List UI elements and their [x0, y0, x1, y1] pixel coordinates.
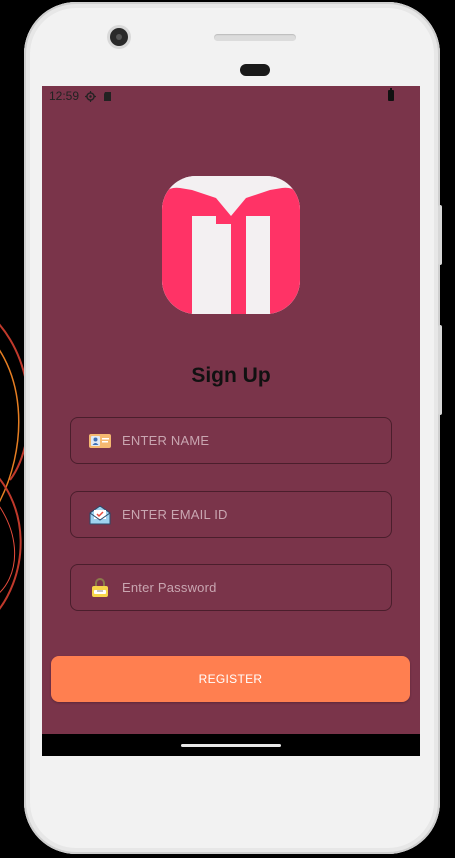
front-camera — [110, 28, 128, 46]
password-field[interactable]: *** — [70, 564, 392, 611]
top-speaker — [214, 34, 296, 41]
battery-icon — [388, 88, 394, 101]
password-input[interactable] — [120, 579, 384, 596]
id-card-icon — [88, 430, 112, 452]
earpiece — [240, 64, 270, 76]
app-screen: 12:59 Sign Up ENTER NAME ENTER EMAIL ID … — [42, 86, 420, 756]
page-title: Sign Up — [191, 364, 271, 387]
email-input[interactable] — [120, 506, 384, 523]
register-button[interactable]: REGISTER — [51, 656, 410, 702]
lock-icon: *** — [88, 577, 112, 599]
name-field[interactable] — [70, 417, 392, 464]
settings-icon — [85, 90, 97, 102]
email-field[interactable] — [70, 491, 392, 538]
envelope-icon — [88, 504, 112, 526]
home-gesture-handle[interactable] — [181, 744, 281, 747]
name-input[interactable] — [120, 432, 384, 449]
status-bar: 12:59 — [42, 86, 420, 106]
power-button — [438, 325, 442, 415]
app-logo — [162, 176, 300, 314]
svg-text:***: *** — [97, 589, 103, 594]
navigation-bar — [42, 734, 420, 756]
volume-button — [438, 205, 442, 265]
sd-card-icon — [102, 91, 113, 102]
status-time: 12:59 — [49, 89, 80, 103]
